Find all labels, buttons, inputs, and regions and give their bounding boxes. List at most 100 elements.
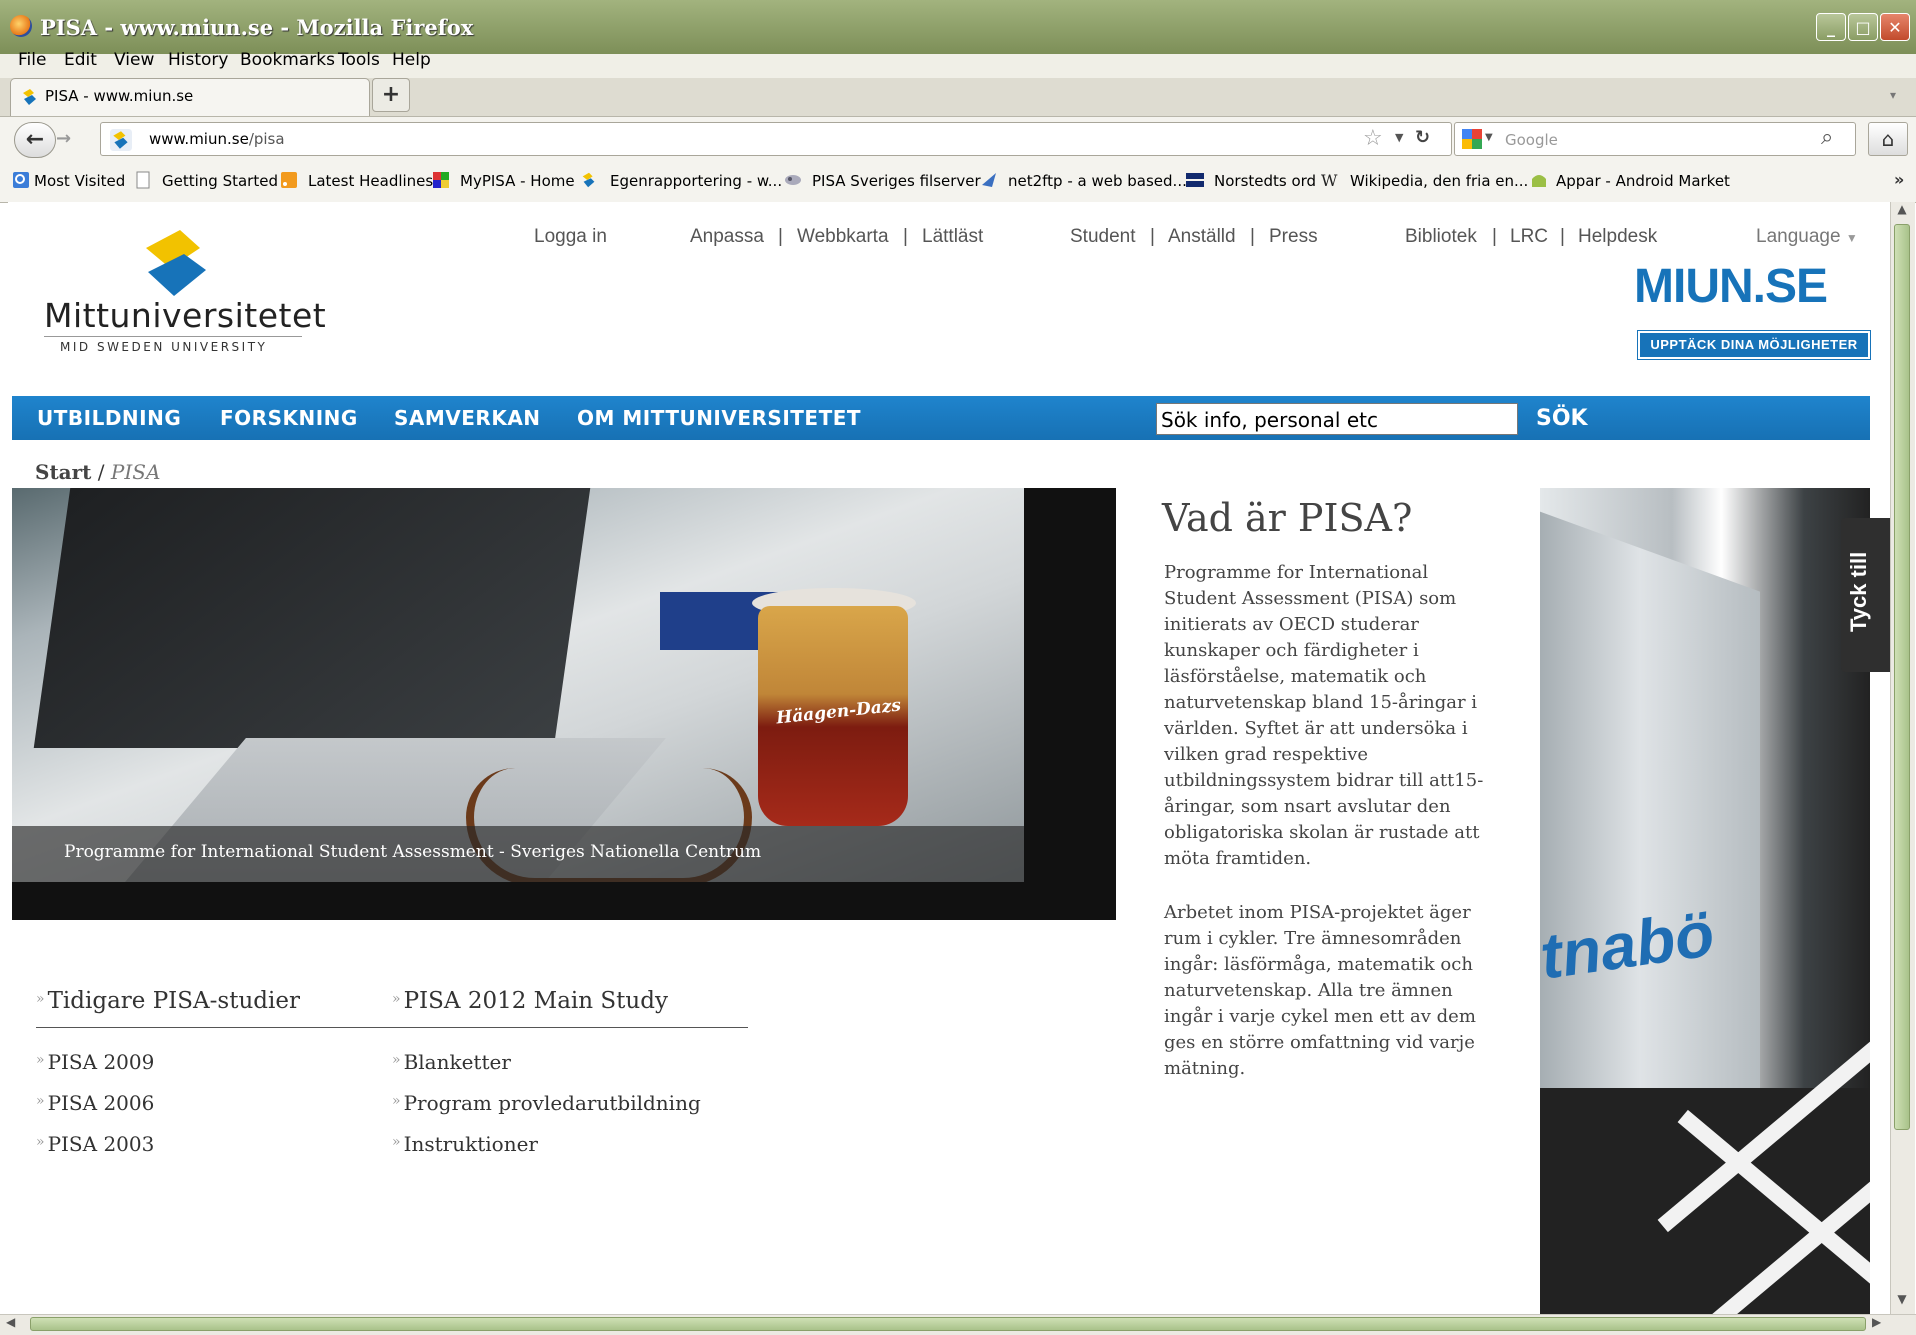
- earlier-studies-heading[interactable]: » Tidigare PISA-studier: [36, 988, 300, 1014]
- bookmark-egenrapportering[interactable]: Egenrapportering - w...: [610, 172, 782, 190]
- search-bar[interactable]: ▼ Google ⌕: [1454, 122, 1856, 156]
- site-search-button[interactable]: SÖK: [1536, 406, 1588, 431]
- separator: |: [778, 226, 783, 247]
- separator: |: [1250, 226, 1255, 247]
- bookmark-mypisa[interactable]: MyPISA - Home: [460, 172, 575, 190]
- window-title: PISA - www.miun.se - Mozilla Firefox: [40, 15, 474, 40]
- miun-favicon-icon: [582, 172, 595, 188]
- maximize-button[interactable]: □: [1848, 13, 1878, 41]
- logo-name[interactable]: Mittuniversitetet: [44, 296, 326, 335]
- menu-file[interactable]: File: [18, 50, 46, 70]
- nav-om-mittuniversitetet[interactable]: OM MITTUNIVERSITETET: [577, 406, 861, 430]
- engine-dropdown-icon[interactable]: ▼: [1485, 132, 1493, 143]
- chevron-down-icon: ▼: [1845, 231, 1858, 245]
- link-pisa-2006[interactable]: » PISA 2006: [36, 1091, 154, 1115]
- link-program-provledarutbildning[interactable]: » Program provledarutbildning: [392, 1091, 701, 1115]
- bookmark-latest-headlines[interactable]: Latest Headlines: [308, 172, 433, 190]
- link-anpassa[interactable]: Anpassa: [690, 226, 764, 248]
- url-history-dropdown-icon[interactable]: ▼: [1395, 131, 1403, 144]
- feedback-tab-label[interactable]: Tyck till: [1846, 552, 1872, 632]
- arrow-icon: »: [392, 991, 401, 1007]
- bookmark-getting-started[interactable]: Getting Started: [162, 172, 278, 190]
- link-bibliotek[interactable]: Bibliotek: [1405, 226, 1477, 248]
- menu-help[interactable]: Help: [392, 50, 431, 70]
- bookmark-android-market[interactable]: Appar - Android Market: [1556, 172, 1730, 190]
- url-host: www.miun.se: [149, 130, 249, 148]
- bookmark-most-visited[interactable]: Most Visited: [34, 172, 125, 190]
- miun-favicon-icon: [23, 89, 36, 105]
- back-button[interactable]: ←: [14, 122, 56, 158]
- nav-forskning[interactable]: FORSKNING: [220, 406, 358, 430]
- site-search-input[interactable]: Sök info, personal etc: [1156, 403, 1518, 435]
- link-press[interactable]: Press: [1269, 226, 1318, 248]
- forward-button[interactable]: →: [56, 128, 71, 149]
- mypisa-icon: [433, 172, 449, 188]
- link-pisa-2009[interactable]: » PISA 2009: [36, 1050, 154, 1074]
- hero-caption: Programme for International Student Asse…: [64, 842, 762, 862]
- scroll-left-icon[interactable]: ◀: [6, 1315, 15, 1329]
- vertical-scroll-thumb[interactable]: [1894, 224, 1910, 1130]
- link-pisa-2003[interactable]: » PISA 2003: [36, 1132, 154, 1156]
- menu-edit[interactable]: Edit: [64, 50, 97, 70]
- link-helpdesk[interactable]: Helpdesk: [1578, 226, 1657, 248]
- link-student[interactable]: Student: [1070, 226, 1136, 248]
- arrow-icon: »: [392, 1134, 401, 1150]
- link-webbkarta[interactable]: Webbkarta: [797, 226, 889, 248]
- link-logga-in[interactable]: Logga in: [534, 226, 607, 248]
- url-bar[interactable]: www.miun.se/pisa ☆ ▼ ↻: [100, 122, 1452, 156]
- norstedts-icon: [1186, 173, 1204, 187]
- bookmark-star-icon[interactable]: ☆: [1363, 126, 1383, 151]
- scroll-up-icon[interactable]: ▲: [1892, 202, 1912, 222]
- link-text: PISA 2009: [47, 1050, 155, 1074]
- link-anstalld[interactable]: Anställd: [1168, 226, 1236, 248]
- tab-pisa[interactable]: PISA - www.miun.se: [10, 78, 370, 116]
- url-text[interactable]: www.miun.se/pisa: [149, 130, 285, 148]
- tab-label: PISA - www.miun.se: [45, 87, 194, 105]
- language-selector[interactable]: Language ▼: [1756, 226, 1858, 248]
- ftp-icon: [982, 173, 996, 187]
- bookmark-net2ftp[interactable]: net2ftp - a web based...: [1008, 172, 1187, 190]
- platform-shape: [1540, 1039, 1870, 1314]
- bookmark-wikipedia[interactable]: Wikipedia, den fria en...: [1350, 172, 1528, 190]
- horizontal-scroll-thumb[interactable]: [30, 1317, 1866, 1331]
- minimize-button[interactable]: _: [1816, 13, 1846, 41]
- google-engine-icon[interactable]: [1461, 128, 1483, 150]
- link-instruktioner[interactable]: » Instruktioner: [392, 1132, 538, 1156]
- menu-bookmarks[interactable]: Bookmarks: [240, 50, 335, 70]
- link-lattlast[interactable]: Lättläst: [922, 226, 983, 248]
- menu-tools[interactable]: Tools: [338, 50, 380, 70]
- bookmark-norstedts-ord[interactable]: Norstedts ord: [1214, 172, 1316, 190]
- link-blanketter[interactable]: » Blanketter: [392, 1050, 511, 1074]
- bookmarks-overflow-icon[interactable]: »: [1894, 170, 1904, 189]
- scroll-down-icon[interactable]: ▼: [1892, 1292, 1912, 1312]
- ice-cream-cup-shape: Häagen-Dazs: [758, 606, 908, 826]
- university-logo-icon[interactable]: [140, 228, 212, 298]
- search-icon[interactable]: ⌕: [1821, 125, 1833, 150]
- cup-brand-label: Häagen-Dazs: [775, 695, 902, 729]
- main-study-2012-heading[interactable]: » PISA 2012 Main Study: [392, 988, 668, 1014]
- arrow-icon: »: [392, 1052, 401, 1068]
- firefox-icon: [10, 15, 32, 37]
- menu-view[interactable]: View: [114, 50, 154, 70]
- arrow-icon: »: [36, 1052, 45, 1068]
- search-placeholder: Google: [1505, 131, 1558, 149]
- language-label: Language: [1756, 226, 1841, 247]
- new-tab-button[interactable]: +: [372, 78, 410, 112]
- scroll-right-icon[interactable]: ▶: [1872, 1315, 1881, 1329]
- list-all-tabs-icon[interactable]: ▾: [1890, 88, 1896, 102]
- nav-utbildning[interactable]: UTBILDNING: [37, 406, 181, 430]
- logo-subtitle: MID SWEDEN UNIVERSITY: [60, 340, 268, 354]
- miun-tagline: UPPTÄCK DINA MÖJLIGHETER: [1638, 331, 1870, 359]
- close-button[interactable]: ✕: [1880, 13, 1910, 41]
- miun-logo[interactable]: MIUN.SE: [1634, 262, 1864, 312]
- nav-samverkan[interactable]: SAMVERKAN: [394, 406, 541, 430]
- link-lrc[interactable]: LRC: [1510, 226, 1548, 248]
- home-button[interactable]: ⌂: [1868, 122, 1908, 156]
- reload-icon[interactable]: ↻: [1415, 127, 1430, 148]
- site-identity-icon[interactable]: [110, 129, 132, 151]
- separator: |: [1150, 226, 1155, 247]
- svg-text:W: W: [1321, 171, 1338, 189]
- menu-history[interactable]: History: [168, 50, 228, 70]
- breadcrumb-start[interactable]: Start: [35, 460, 91, 484]
- bookmark-pisa-filserver[interactable]: PISA Sveriges filserver: [812, 172, 981, 190]
